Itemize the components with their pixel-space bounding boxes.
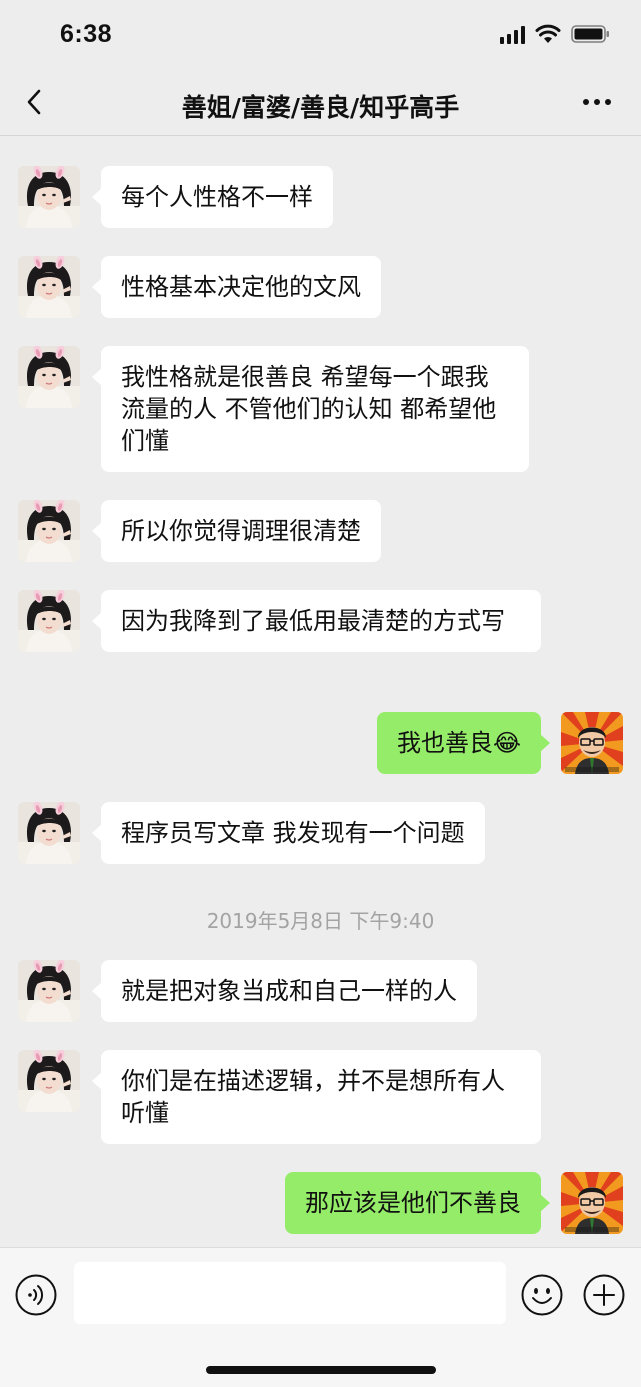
my-avatar[interactable] (561, 1172, 623, 1234)
contact-avatar[interactable] (18, 346, 80, 408)
message-bubble[interactable]: 你们是在描述逻辑，并不是想所有人听懂 (92, 1050, 541, 1144)
message-input[interactable] (74, 1262, 506, 1324)
contact-avatar[interactable] (18, 802, 80, 864)
chat-title: 善姐/富婆/善良/知乎高手 (181, 93, 460, 122)
status-icons (500, 24, 611, 44)
battery-icon (571, 24, 611, 44)
contact-avatar[interactable] (18, 500, 80, 562)
contact-avatar[interactable] (18, 590, 80, 652)
status-bar: 6:38 (0, 0, 641, 70)
more-dots-icon[interactable] (577, 90, 617, 114)
message-bubble[interactable]: 所以你觉得调理很清楚 (92, 500, 381, 562)
plus-icon[interactable] (582, 1273, 626, 1317)
message-bubble[interactable]: 我也善良😂 (376, 712, 551, 774)
message-bubble[interactable]: 每个人性格不一样 (92, 166, 333, 228)
contact-avatar[interactable] (18, 166, 80, 228)
home-indicator[interactable] (206, 1366, 436, 1374)
emoji-icon[interactable] (520, 1273, 564, 1317)
message-bubble[interactable]: 那应该是他们不善良 (285, 1172, 550, 1234)
contact-avatar[interactable] (18, 960, 80, 1022)
my-avatar[interactable] (561, 712, 623, 774)
status-time: 6:38 (60, 20, 113, 48)
cellular-signal-icon (500, 24, 525, 44)
wifi-icon (535, 24, 561, 44)
message-bubble[interactable]: 性格基本决定他的文风 (92, 256, 381, 318)
message-bubble[interactable]: 就是把对象当成和自己一样的人 (92, 960, 477, 1022)
chat-messages[interactable]: 每个人性格不一样 性格基本决定他的文风 我性格就是很善良 希望每一个跟我流量的人… (0, 137, 641, 1247)
message-bubble[interactable]: 程序员写文章 我发现有一个问题 (92, 802, 485, 864)
contact-avatar[interactable] (18, 256, 80, 318)
message-bubble[interactable]: 因为我降到了最低用最清楚的方式写 (92, 590, 541, 652)
nav-bar: 善姐/富婆/善良/知乎高手 (0, 70, 641, 136)
message-bubble[interactable]: 我性格就是很善良 希望每一个跟我流量的人 不管他们的认知 都希望他们懂 (92, 346, 529, 472)
contact-avatar[interactable] (18, 1050, 80, 1112)
voice-icon[interactable] (14, 1273, 58, 1317)
message-timestamp: 2019年5月8日 下午9:40 (206, 909, 435, 933)
